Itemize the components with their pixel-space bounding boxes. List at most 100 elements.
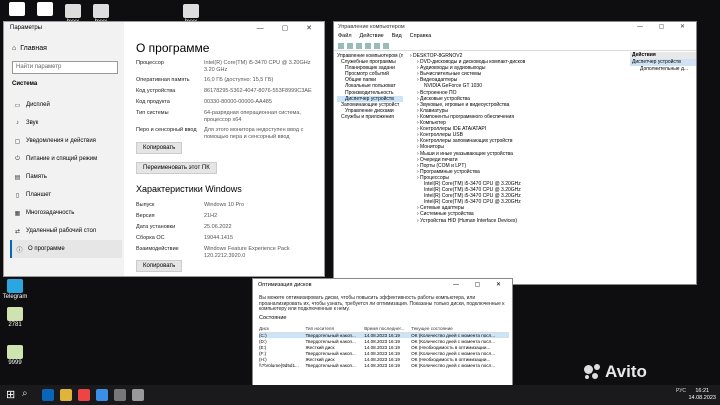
settings-sidebar: Параметры ⌂ Главная Найти параметр Систем… <box>4 22 124 276</box>
menu-item[interactable]: Файл <box>338 33 352 40</box>
table-cell: Твердотельный накоп... <box>305 350 356 356</box>
sidebar-item[interactable]: ▦ Многозадачность <box>10 204 122 222</box>
file-icon <box>7 345 23 359</box>
sidebar-item[interactable]: ♪ Звук <box>10 114 122 132</box>
spec-value: 86178295-5362-4047-8076-553F8999C3AE <box>204 88 312 94</box>
sidebar-item[interactable]: ⇄ Удаленный рабочий стол <box>10 222 122 240</box>
store-icon[interactable] <box>96 389 108 401</box>
spec-key: Тип системы <box>136 110 169 116</box>
date: 14.08.2023 <box>688 394 716 401</box>
spec-key: Дата установки <box>136 224 176 230</box>
yandex-icon <box>9 2 25 16</box>
table-cell: Твердотельный накоп... <box>305 362 356 368</box>
home-label: Главная <box>20 45 47 52</box>
state-label: Состояние <box>259 315 287 321</box>
sidebar-item[interactable]: ⏻ Питание и спящий режим <box>10 150 122 168</box>
copy-button[interactable]: Копировать <box>136 142 183 154</box>
actions-selected[interactable]: Диспетчер устройств <box>630 59 696 66</box>
yandex-icon[interactable] <box>78 389 90 401</box>
nav-icon: ▭ <box>14 102 21 109</box>
menu-item[interactable]: Справка <box>410 33 432 40</box>
table-cell: ОК (Количество дней с момента посл... <box>411 362 496 368</box>
desktop-icon-label: 2781 <box>8 322 22 328</box>
search-icon[interactable]: ⌕ <box>22 388 34 400</box>
drives-table: Диск Тип носителя Время последнег... Текуще… <box>259 326 509 368</box>
window-controls[interactable]: — ▢ ✕ <box>637 23 692 30</box>
spec-key: Код устройства <box>136 88 176 94</box>
spec-row: Код продукта 00330-80000-00000-AA485 <box>136 99 316 106</box>
desktop-icon[interactable] <box>32 2 58 17</box>
desktop-icon[interactable] <box>4 2 30 17</box>
more-actions[interactable]: Дополнительные д... <box>630 66 696 73</box>
explorer-icon[interactable] <box>60 389 72 401</box>
sidebar-item[interactable]: ▢ Уведомления и действия <box>10 132 122 150</box>
settings-window: Параметры ⌂ Главная Найти параметр Систем… <box>3 21 325 277</box>
avito-label: Avito <box>605 362 647 381</box>
nav-icon: ▢ <box>14 138 21 145</box>
clock[interactable]: 16:21 14.08.2023 <box>688 388 716 401</box>
menu-bar: Файл Действие Вид Справка <box>334 32 696 41</box>
desktop-icon-label: 9999 <box>8 360 22 366</box>
spec-key: Взаимодействие <box>136 246 179 252</box>
scan-icon[interactable] <box>383 43 389 49</box>
section-title: Система <box>12 81 38 87</box>
nav-tree[interactable]: Управление компьютером (л Служебные прогр… <box>337 53 403 283</box>
table-row[interactable]: \\?\Volume{9d5d1... Твердотельный накоп..… <box>259 362 509 368</box>
folder-icon[interactable] <box>356 43 362 49</box>
taskbar: ⊞ ⌕ РУС 16:21 14.08.2023 <box>0 385 720 405</box>
sidebar-item[interactable]: ⓘ О программе <box>10 240 122 258</box>
edge-icon[interactable] <box>42 389 54 401</box>
sidebar-item-label: Удаленный рабочий стол <box>26 228 97 234</box>
forward-icon[interactable] <box>347 43 353 49</box>
spec-key: Оперативная память <box>136 77 190 83</box>
app-icon[interactable] <box>132 389 144 401</box>
back-icon[interactable] <box>338 43 344 49</box>
menu-item[interactable]: Вид <box>392 33 402 40</box>
language-indicator[interactable]: РУС <box>676 388 686 394</box>
tree-item[interactable]: Службы и приложения <box>337 114 403 120</box>
spec-row: Версия 21H2 <box>136 213 316 220</box>
actions-header: Действия <box>630 52 696 59</box>
column-header[interactable]: Время последнег... <box>364 326 412 333</box>
actions-pane: Действия Диспетчер устройств Дополнитель… <box>630 52 696 73</box>
spec-value: Intel(R) Core(TM) i5-3470 CPU @ 3.20GHz … <box>204 60 311 73</box>
desktop-icon[interactable]: 2781 <box>2 307 28 329</box>
rename-pc-button[interactable]: Переименовать этот ПК <box>136 162 217 174</box>
device-tree[interactable]: › DESKTOP-8GRNOV2 › DVD-дисководы и диско… <box>410 53 628 283</box>
spec-value: 00330-80000-00000-AA485 <box>204 99 272 105</box>
description: Вы можете оптимизировать диски, чтобы по… <box>259 295 505 313</box>
settings-icon[interactable] <box>114 389 126 401</box>
search-input[interactable]: Найти параметр <box>12 61 118 74</box>
table-cell: ОК (Количество дней с момента посл... <box>411 338 496 344</box>
windows-spec-heading: Характеристики Windows <box>136 184 242 194</box>
settings-nav: ▭ Дисплей ♪ Звук ▢ Уведомления и действия ⏻ Пит… <box>10 96 122 258</box>
about-page: О программе Процессор Intel(R) Core(TM) i… <box>132 22 324 276</box>
sidebar-item-label: Многозадачность <box>26 210 75 216</box>
desktop-icon[interactable]: Telegram <box>2 279 28 301</box>
spec-row: Тип системы 64-разрядная операционная сис… <box>136 110 316 123</box>
sidebar-item[interactable]: ▭ Дисплей <box>10 96 122 114</box>
spec-value: Windows 10 Pro <box>204 202 245 208</box>
spec-row: Перо и сенсорный ввод Для этого монитора … <box>136 127 316 140</box>
home-link[interactable]: ⌂ Главная <box>12 45 47 52</box>
spec-row: Взаимодействие Windows Feature Experience… <box>136 246 316 259</box>
window-controls[interactable]: — ▢ ✕ <box>453 281 508 288</box>
sidebar-item-label: Питание и спящий режим <box>26 156 98 162</box>
start-icon[interactable]: ⊞ <box>6 388 18 401</box>
desktop-icon[interactable]: 9999 <box>2 345 28 367</box>
sidebar-item[interactable]: ▤ Память <box>10 168 122 186</box>
window-title: Управление компьютером <box>338 24 405 30</box>
copy-button-2[interactable]: Копировать <box>136 260 183 272</box>
table-cell: Твердотельный накоп... <box>305 338 356 344</box>
avito-watermark: Avito <box>584 362 647 382</box>
table-cell: ОК (Количество дней с момента посл... <box>411 350 496 356</box>
sidebar-item-label: Память <box>26 174 47 180</box>
nav-icon: ♪ <box>16 120 19 126</box>
tree-item[interactable]: › Устройства HID (Human Interface Device… <box>410 218 628 224</box>
properties-icon[interactable] <box>365 43 371 49</box>
menu-item[interactable]: Действие <box>360 33 384 40</box>
home-icon: ⌂ <box>12 45 17 52</box>
file-icon <box>93 4 109 18</box>
sidebar-item[interactable]: ▯ Планшет <box>10 186 122 204</box>
help-icon[interactable] <box>374 43 380 49</box>
